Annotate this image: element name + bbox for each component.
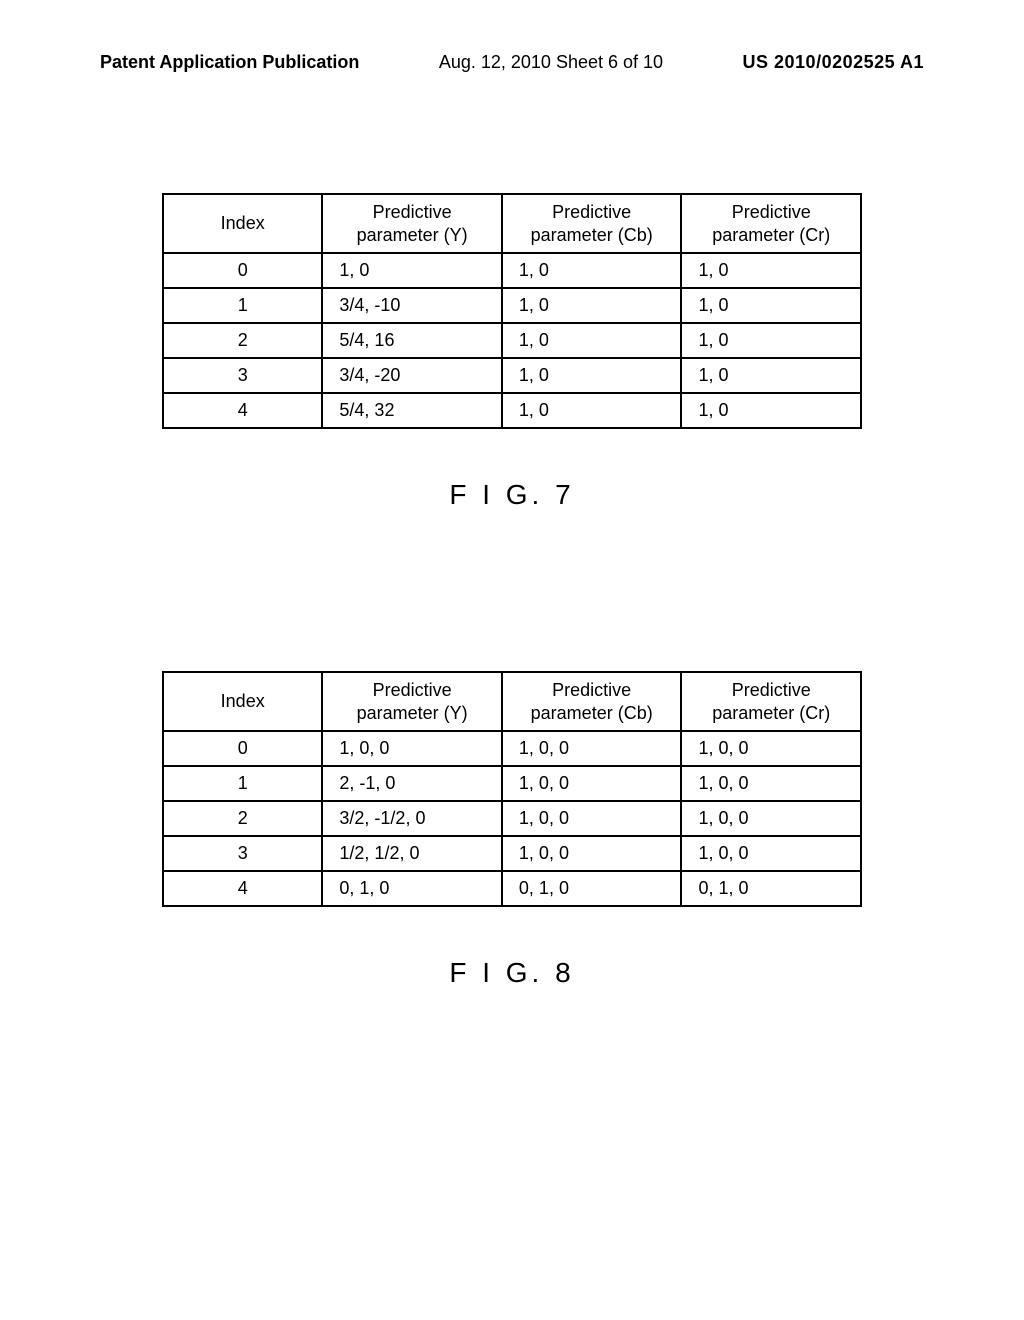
fig7-caption: F I G. 7 (100, 479, 924, 511)
table-row: 1 3/4, -10 1, 0 1, 0 (163, 288, 861, 323)
cell-cr: 0, 1, 0 (681, 871, 861, 906)
col-header-cb: Predictiveparameter (Cb) (502, 194, 682, 253)
cell-y: 3/4, -20 (322, 358, 502, 393)
cell-y: 1, 0 (322, 253, 502, 288)
cell-y: 1/2, 1/2, 0 (322, 836, 502, 871)
cell-cb: 1, 0 (502, 358, 682, 393)
cell-y: 3/4, -10 (322, 288, 502, 323)
table-row: 1 2, -1, 0 1, 0, 0 1, 0, 0 (163, 766, 861, 801)
table-row: 0 1, 0 1, 0 1, 0 (163, 253, 861, 288)
col-header-cb: Predictiveparameter (Cb) (502, 672, 682, 731)
col-header-index: Index (163, 194, 322, 253)
header-left: Patent Application Publication (100, 52, 359, 73)
figure-7-wrapper: Index Predictiveparameter (Y) Predictive… (100, 193, 924, 511)
cell-cr: 1, 0 (681, 253, 861, 288)
cell-cb: 0, 1, 0 (502, 871, 682, 906)
col-header-index: Index (163, 672, 322, 731)
cell-cr: 1, 0 (681, 323, 861, 358)
cell-index: 1 (163, 766, 322, 801)
header-mid: Aug. 12, 2010 Sheet 6 of 10 (439, 52, 663, 73)
cell-cb: 1, 0 (502, 253, 682, 288)
page-header: Patent Application Publication Aug. 12, … (0, 0, 1024, 73)
cell-cb: 1, 0 (502, 323, 682, 358)
cell-cb: 1, 0 (502, 393, 682, 428)
cell-y: 5/4, 32 (322, 393, 502, 428)
cell-index: 0 (163, 253, 322, 288)
cell-index: 3 (163, 358, 322, 393)
table-row: 4 0, 1, 0 0, 1, 0 0, 1, 0 (163, 871, 861, 906)
cell-index: 2 (163, 801, 322, 836)
table-row: 4 5/4, 32 1, 0 1, 0 (163, 393, 861, 428)
figure-8-wrapper: Index Predictiveparameter (Y) Predictive… (100, 671, 924, 989)
cell-y: 1, 0, 0 (322, 731, 502, 766)
cell-cb: 1, 0, 0 (502, 766, 682, 801)
table-row: 3 1/2, 1/2, 0 1, 0, 0 1, 0, 0 (163, 836, 861, 871)
table-row: 2 5/4, 16 1, 0 1, 0 (163, 323, 861, 358)
cell-cb: 1, 0 (502, 288, 682, 323)
cell-cr: 1, 0 (681, 288, 861, 323)
cell-cb: 1, 0, 0 (502, 731, 682, 766)
cell-index: 3 (163, 836, 322, 871)
cell-index: 2 (163, 323, 322, 358)
col-header-y: Predictiveparameter (Y) (322, 194, 502, 253)
table-row: 2 3/2, -1/2, 0 1, 0, 0 1, 0, 0 (163, 801, 861, 836)
cell-index: 4 (163, 871, 322, 906)
col-header-cr: Predictiveparameter (Cr) (681, 672, 861, 731)
cell-index: 1 (163, 288, 322, 323)
cell-cr: 1, 0, 0 (681, 836, 861, 871)
cell-y: 2, -1, 0 (322, 766, 502, 801)
cell-y: 3/2, -1/2, 0 (322, 801, 502, 836)
cell-cr: 1, 0 (681, 358, 861, 393)
header-right: US 2010/0202525 A1 (743, 52, 924, 73)
col-header-y: Predictiveparameter (Y) (322, 672, 502, 731)
table-header-row: Index Predictiveparameter (Y) Predictive… (163, 194, 861, 253)
cell-y: 0, 1, 0 (322, 871, 502, 906)
cell-index: 0 (163, 731, 322, 766)
cell-cb: 1, 0, 0 (502, 801, 682, 836)
cell-cr: 1, 0 (681, 393, 861, 428)
table-header-row: Index Predictiveparameter (Y) Predictive… (163, 672, 861, 731)
table-row: 3 3/4, -20 1, 0 1, 0 (163, 358, 861, 393)
col-header-cr: Predictiveparameter (Cr) (681, 194, 861, 253)
fig8-table: Index Predictiveparameter (Y) Predictive… (162, 671, 862, 907)
cell-cb: 1, 0, 0 (502, 836, 682, 871)
cell-cr: 1, 0, 0 (681, 801, 861, 836)
cell-cr: 1, 0, 0 (681, 766, 861, 801)
fig8-caption: F I G. 8 (100, 957, 924, 989)
cell-y: 5/4, 16 (322, 323, 502, 358)
fig7-table: Index Predictiveparameter (Y) Predictive… (162, 193, 862, 429)
cell-cr: 1, 0, 0 (681, 731, 861, 766)
cell-index: 4 (163, 393, 322, 428)
content-area: Index Predictiveparameter (Y) Predictive… (0, 193, 1024, 989)
table-row: 0 1, 0, 0 1, 0, 0 1, 0, 0 (163, 731, 861, 766)
